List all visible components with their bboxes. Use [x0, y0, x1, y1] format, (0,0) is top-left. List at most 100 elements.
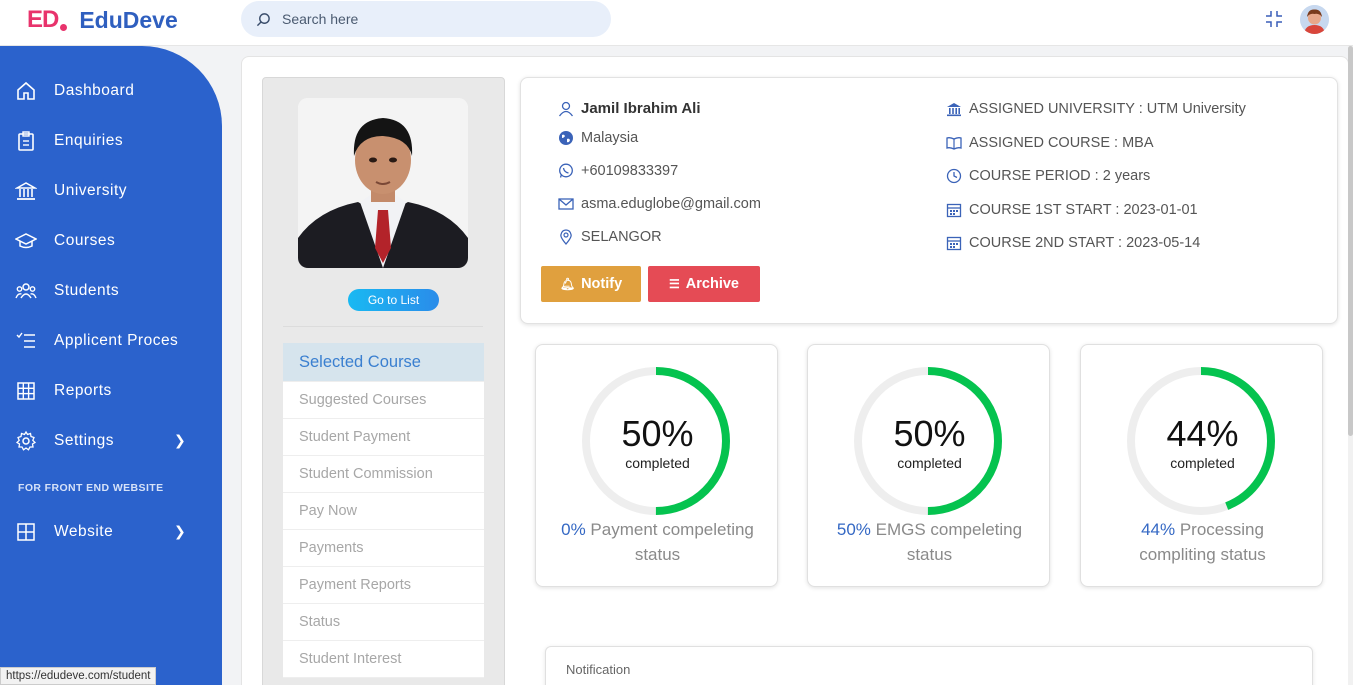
- go-to-list-button[interactable]: Go to List: [348, 289, 439, 311]
- stat-caption: 44% Processing compliting status: [1101, 517, 1304, 567]
- chevron-right-icon: ❯: [174, 524, 186, 540]
- clock-icon: [946, 168, 962, 184]
- student-country: Malaysia: [558, 130, 638, 146]
- gear-icon: [15, 430, 37, 451]
- assigned-university-text: ASSIGNED UNIVERSITY : UTM University: [969, 101, 1246, 117]
- notify-label: Notify: [581, 276, 623, 292]
- avatar[interactable]: [1300, 5, 1329, 34]
- bell-icon: 🔔︎: [559, 277, 576, 291]
- sidebar-item-label: University: [54, 182, 128, 199]
- users-icon: [15, 283, 37, 299]
- stat-caption-text: Payment compeleting status: [585, 520, 754, 564]
- stat-highlight: 44%: [1141, 520, 1176, 539]
- stat-card-emgs: 50% completed 50% EMGS compeleting statu…: [807, 344, 1050, 587]
- progress-percent: 50%: [893, 413, 966, 454]
- sidebar-item-label: Reports: [54, 382, 112, 399]
- sidebar-item-label: Enquiries: [54, 132, 124, 149]
- search-placeholder: Search here: [282, 11, 359, 27]
- tab-payments[interactable]: Payments: [283, 530, 484, 567]
- sidebar-item-reports[interactable]: Reports: [0, 371, 222, 411]
- stat-caption: 50% EMGS compeleting status: [828, 517, 1031, 567]
- layout-icon: [17, 523, 35, 541]
- app-logo[interactable]: ED EduDeve: [27, 5, 178, 35]
- scrollbar-thumb[interactable]: [1348, 46, 1353, 436]
- tab-selected-course[interactable]: Selected Course: [283, 343, 484, 382]
- stat-highlight: 0%: [561, 520, 586, 539]
- student-name: Jamil Ibrahim Ali: [558, 100, 700, 117]
- book-icon: [946, 137, 962, 150]
- progress-subtitle: completed: [1170, 455, 1235, 471]
- student-name-text: Jamil Ibrahim Ali: [581, 100, 701, 117]
- sidebar-item-label: Settings: [54, 432, 115, 449]
- student-email-text: asma.eduglobe@gmail.com: [581, 196, 761, 212]
- app-name: EduDeve: [79, 6, 178, 33]
- search-icon: [256, 12, 270, 26]
- sidebar-item-label: Applicent Proces: [54, 332, 179, 349]
- sidebar-item-label: Dashboard: [54, 82, 135, 99]
- progress-subtitle: completed: [625, 455, 690, 471]
- stat-caption: 0% Payment compeleting status: [556, 517, 759, 567]
- sidebar-item-students[interactable]: Students: [0, 271, 222, 311]
- progress-subtitle: completed: [897, 455, 962, 471]
- graduation-cap-icon: [15, 233, 37, 249]
- clipboard-icon: [18, 131, 34, 151]
- sidebar-item-website[interactable]: Website ❯: [0, 512, 222, 552]
- sidebar-item-label: Courses: [54, 232, 116, 249]
- sidebar-item-dashboard[interactable]: Dashboard: [0, 71, 222, 111]
- tab-payment-reports[interactable]: Payment Reports: [283, 567, 484, 604]
- sidebar-item-university[interactable]: University: [0, 171, 222, 211]
- globe-icon: [559, 131, 573, 145]
- grid-icon: [17, 382, 35, 400]
- assigned-course: ASSIGNED COURSE : MBA: [946, 135, 1154, 151]
- sidebar-item-courses[interactable]: Courses: [0, 221, 222, 261]
- student-country-text: Malaysia: [581, 130, 639, 146]
- stat-highlight: 50%: [836, 520, 871, 539]
- student-location: SELANGOR: [558, 229, 662, 245]
- notify-button[interactable]: 🔔︎ Notify: [541, 266, 641, 302]
- sidebar-item-enquiries[interactable]: Enquiries: [0, 121, 222, 161]
- top-bar: ED EduDeve Search here: [0, 0, 1353, 46]
- notification-title: Notification: [566, 662, 631, 677]
- course-1st-start-text: COURSE 1ST START : 2023-01-01: [969, 202, 1198, 218]
- student-location-text: SELANGOR: [581, 229, 662, 245]
- stat-caption-text: EMGS compeleting status: [870, 520, 1023, 564]
- progress-percent: 50%: [621, 413, 694, 454]
- course-menu: Selected Course Suggested Courses Studen…: [283, 343, 484, 678]
- student-email: asma.eduglobe@gmail.com: [558, 196, 761, 212]
- tab-student-interest[interactable]: Student Interest: [283, 641, 484, 678]
- archive-button[interactable]: ☰ Archive: [648, 266, 760, 302]
- tab-pay-now[interactable]: Pay Now: [283, 493, 484, 530]
- tab-student-commission[interactable]: Student Commission: [283, 456, 484, 493]
- sidebar-item-settings[interactable]: Settings ❯: [0, 421, 222, 461]
- logo-dot: [60, 23, 68, 31]
- stat-card-processing: 44% completed 44% Processing compliting …: [1080, 344, 1323, 587]
- divider: [283, 326, 483, 327]
- home-icon: [17, 81, 35, 100]
- course-1st-start: COURSE 1ST START : 2023-01-01: [946, 202, 1198, 218]
- student-phone: +60109833397: [558, 163, 678, 179]
- tab-status[interactable]: Status: [283, 604, 484, 641]
- course-period: COURSE PERIOD : 2 years: [946, 168, 1150, 184]
- assigned-university: ASSIGNED UNIVERSITY : UTM University: [946, 101, 1246, 117]
- sidebar-item-label: Students: [54, 282, 120, 299]
- stat-card-payment: 50% completed 0% Payment compeleting sta…: [535, 344, 778, 587]
- avatar-image: [1300, 5, 1329, 34]
- page-scrollbar[interactable]: [1348, 46, 1353, 685]
- user-icon: [558, 101, 574, 116]
- notification-panel: Notification: [545, 646, 1313, 685]
- sidebar-item-applicant-process[interactable]: Applicent Proces: [0, 321, 222, 361]
- list-icon: ☰: [669, 277, 680, 291]
- mail-icon: [558, 198, 574, 210]
- collapse-icon[interactable]: [1264, 9, 1284, 29]
- course-2nd-start-text: COURSE 2ND START : 2023-05-14: [969, 235, 1201, 251]
- student-photo: [298, 98, 468, 268]
- chevron-right-icon: ❯: [174, 433, 186, 449]
- sidebar-item-label: Website: [54, 523, 114, 540]
- tab-student-payment[interactable]: Student Payment: [283, 419, 484, 456]
- student-phone-text: +60109833397: [581, 163, 679, 179]
- search-input[interactable]: Search here: [241, 1, 611, 37]
- tab-suggested-courses[interactable]: Suggested Courses: [283, 382, 484, 419]
- course-period-text: COURSE PERIOD : 2 years: [969, 168, 1151, 184]
- map-pin-icon: [560, 229, 572, 245]
- status-url: https://edudeve.com/student: [0, 667, 157, 685]
